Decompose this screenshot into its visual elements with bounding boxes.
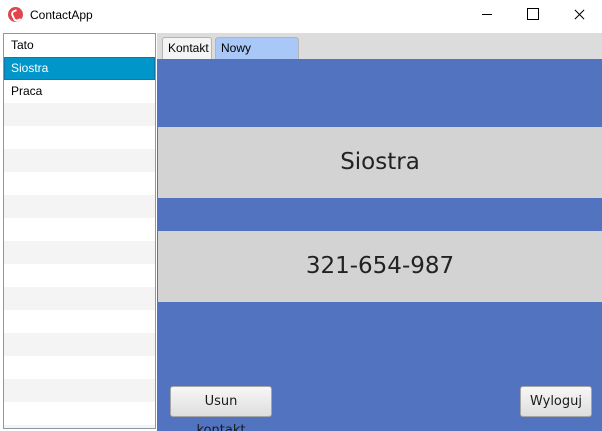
phone-icon xyxy=(8,7,23,22)
contact-phone-display: 321-654-987 xyxy=(158,231,602,302)
empty-list-row xyxy=(4,356,155,379)
window-title: ContactApp xyxy=(30,8,93,22)
minimize-button[interactable] xyxy=(464,0,510,30)
empty-list-row xyxy=(4,126,155,149)
title-bar: ContactApp xyxy=(0,0,602,30)
empty-list-row xyxy=(4,333,155,356)
contact-item-siostra[interactable]: Siostra xyxy=(4,57,155,80)
contact-item-tato[interactable]: Tato xyxy=(4,34,155,57)
empty-list-row xyxy=(4,379,155,402)
empty-list-row xyxy=(4,310,155,333)
contact-detail-panel: Siostra 321-654-987 Usun kontakt Wyloguj xyxy=(157,59,602,431)
empty-list-row xyxy=(4,241,155,264)
contact-item-praca[interactable]: Praca xyxy=(4,80,155,103)
empty-list-row xyxy=(4,402,155,425)
maximize-button[interactable] xyxy=(510,0,556,30)
logout-button[interactable]: Wyloguj xyxy=(520,386,592,417)
empty-list-row xyxy=(4,103,155,126)
tab-kontakt[interactable]: Kontakt xyxy=(162,37,212,59)
empty-list-row xyxy=(4,287,155,310)
tab-nowy-kontakt[interactable]: Nowy kontakt xyxy=(215,37,299,75)
delete-contact-button[interactable]: Usun kontakt xyxy=(170,386,272,431)
empty-list-row xyxy=(4,264,155,287)
empty-list-row xyxy=(4,425,155,428)
contact-name-display: Siostra xyxy=(158,127,602,198)
empty-list-row xyxy=(4,218,155,241)
empty-list-row xyxy=(4,172,155,195)
contact-list[interactable]: Tato Siostra Praca xyxy=(3,33,156,429)
tab-bar: Kontakt Nowy kontakt xyxy=(157,33,602,75)
empty-list-row xyxy=(4,195,155,218)
empty-list-row xyxy=(4,149,155,172)
close-button[interactable] xyxy=(556,0,602,30)
